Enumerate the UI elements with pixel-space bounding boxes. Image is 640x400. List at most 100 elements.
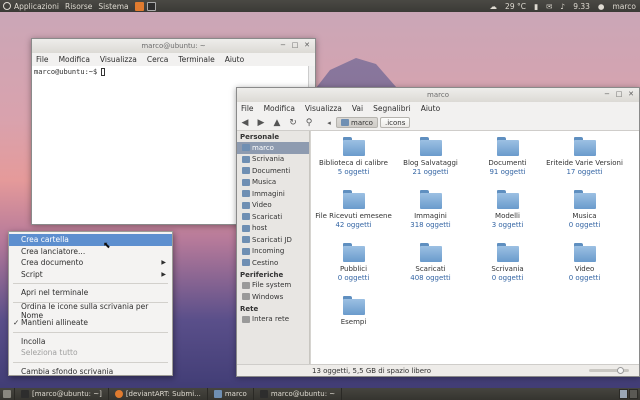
terminal-menu-visualizza[interactable]: Visualizza (100, 55, 137, 64)
fm-menu-modifica[interactable]: Modifica (264, 104, 295, 113)
terminal-menu-file[interactable]: File (36, 55, 49, 64)
terminal-menu-modifica[interactable]: Modifica (59, 55, 90, 64)
file-manager-titlebar[interactable]: marco − □ ✕ (237, 88, 639, 102)
volume-icon[interactable]: ♪ (560, 2, 565, 11)
menu-item-apri-terminale[interactable]: Apri nel terminale (9, 287, 172, 299)
folder-icon (242, 167, 250, 175)
zoom-slider[interactable] (589, 367, 629, 374)
sidebar-item[interactable]: Scaricati (237, 211, 309, 223)
close-icon[interactable]: ✕ (303, 41, 311, 49)
terminal-menu-cerca[interactable]: Cerca (147, 55, 169, 64)
search-icon[interactable]: ⚲ (304, 118, 314, 128)
menu-risorse[interactable]: Risorse (65, 2, 92, 11)
reload-icon[interactable]: ↻ (288, 118, 298, 128)
fm-menu-visualizza[interactable]: Visualizza (305, 104, 342, 113)
clock[interactable]: 9.33 (573, 2, 590, 11)
file-grid: Biblioteca di calibre 5 oggetti Blog Salva… (311, 131, 639, 343)
minimize-icon[interactable]: − (603, 90, 611, 98)
terminal-menu-aiuto[interactable]: Aiuto (225, 55, 245, 64)
folder-item[interactable]: Video 0 oggetti (546, 237, 623, 290)
menu-item-script[interactable]: Script ▶ (9, 269, 172, 281)
sidebar-item[interactable]: Documenti (237, 165, 309, 177)
weather-icon[interactable]: ☁ (490, 2, 498, 11)
menu-item-incolla[interactable]: Incolla (9, 336, 172, 348)
folder-item[interactable]: Esempi (315, 290, 392, 343)
sidebar-item[interactable]: Musica (237, 177, 309, 189)
folder-icon (242, 144, 250, 152)
folder-item[interactable]: Biblioteca di calibre 5 oggetti (315, 131, 392, 184)
folder-name: Documenti (488, 159, 527, 167)
menu-item-cambia-sfondo[interactable]: Cambia sfondo scrivania (9, 366, 172, 378)
menu-applicazioni[interactable]: Applicazioni (14, 2, 59, 11)
folder-count: 5 oggetti (337, 168, 370, 176)
folder-item[interactable]: Eriteide Varie Versioni 17 oggetti (546, 131, 623, 184)
network-icon[interactable]: ▮ (534, 2, 538, 11)
sidebar-item[interactable]: Immagini (237, 188, 309, 200)
fm-menu-vai[interactable]: Vai (352, 104, 363, 113)
sidebar-item[interactable]: File system (237, 280, 309, 292)
close-icon[interactable]: ✕ (627, 90, 635, 98)
menu-item-crea-cartella[interactable]: Crea cartella (9, 234, 172, 246)
maximize-icon[interactable]: □ (615, 90, 623, 98)
mail-icon[interactable]: ✉ (546, 2, 552, 11)
terminal-titlebar[interactable]: marco@ubuntu: ~ − □ ✕ (32, 39, 315, 53)
taskbar-item-firefox[interactable]: [deviantART: Submi... (109, 388, 208, 400)
firefox-launcher-icon[interactable] (134, 1, 144, 11)
back-icon[interactable]: ◀ (240, 118, 250, 128)
workspace-2[interactable] (629, 389, 638, 399)
weather-temp[interactable]: 29 °C (505, 2, 526, 11)
terminal-launcher-icon[interactable] (146, 1, 156, 11)
folder-icon (342, 190, 365, 209)
menu-sistema[interactable]: Sistema (98, 2, 128, 11)
menu-item-crea-lanciatore[interactable]: Crea lanciatore... (9, 246, 172, 258)
sidebar-item[interactable]: Scaricati JD (237, 234, 309, 246)
folder-icon (496, 190, 519, 209)
show-desktop-button[interactable] (0, 388, 15, 400)
sidebar-item[interactable]: Windows (237, 291, 309, 303)
sidebar-item[interactable]: host (237, 223, 309, 235)
zoom-knob[interactable] (617, 367, 624, 374)
sidebar-item[interactable]: marco (237, 142, 309, 154)
minimize-icon[interactable]: − (279, 41, 287, 49)
folder-item[interactable]: Blog Salvataggi 21 oggetti (392, 131, 469, 184)
sidebar-item[interactable]: Video (237, 200, 309, 212)
forward-icon[interactable]: ▶ (256, 118, 266, 128)
desktop-context-menu: Crea cartella Crea lanciatore... Crea do… (8, 231, 173, 376)
user-name[interactable]: marco (612, 2, 636, 11)
maximize-icon[interactable]: □ (291, 41, 299, 49)
path-crumb-home[interactable]: marco (336, 117, 378, 128)
folder-item[interactable]: Documenti 91 oggetti (469, 131, 546, 184)
folder-icon (342, 137, 365, 156)
folder-icon (242, 213, 250, 221)
path-crumb-icons[interactable]: .icons (379, 117, 411, 128)
ubuntu-logo-icon[interactable] (3, 2, 11, 10)
folder-name: File Ricevuti emesene (315, 212, 392, 220)
fm-menu-file[interactable]: File (241, 104, 254, 113)
folder-item[interactable]: Pubblici 0 oggetti (315, 237, 392, 290)
up-icon[interactable]: ▲ (272, 118, 282, 128)
sidebar-item[interactable]: Intera rete (237, 314, 309, 326)
folder-count: 318 oggetti (410, 221, 451, 229)
user-icon[interactable]: ● (598, 2, 605, 11)
terminal-menu-terminale[interactable]: Terminale (178, 55, 214, 64)
path-left-arrow-icon[interactable]: ◂ (324, 119, 334, 127)
folder-item[interactable]: Scrivania 0 oggetti (469, 237, 546, 290)
taskbar-item-terminal-2[interactable]: marco@ubuntu: ~ (254, 388, 343, 400)
sidebar-item[interactable]: Scrivania (237, 154, 309, 166)
taskbar-item-terminal[interactable]: [marco@ubuntu: ~] (15, 388, 109, 400)
fm-menu-segnalibri[interactable]: Segnalibri (373, 104, 411, 113)
taskbar-item-file-manager[interactable]: marco (208, 388, 254, 400)
workspace-1[interactable] (619, 389, 628, 399)
menu-item-crea-documento[interactable]: Crea documento ▶ (9, 257, 172, 269)
folder-item[interactable]: Immagini 318 oggetti (392, 184, 469, 237)
sidebar-item[interactable]: Cestino (237, 257, 309, 269)
folder-item[interactable]: Musica 0 oggetti (546, 184, 623, 237)
file-view[interactable]: Biblioteca di calibre 5 oggetti Blog Salva… (310, 131, 639, 364)
menu-item-ordina-icone[interactable]: Ordina le icone sulla scrivania per Nome (9, 302, 172, 320)
folder-item[interactable]: Modelli 3 oggetti (469, 184, 546, 237)
fm-menu-aiuto[interactable]: Aiuto (421, 104, 441, 113)
sidebar-item[interactable]: Incoming (237, 246, 309, 258)
folder-item[interactable]: File Ricevuti emesene 42 oggetti (315, 184, 392, 237)
menu-item-mantieni-allineate[interactable]: ✓ Mantieni allineate (9, 317, 172, 329)
folder-item[interactable]: Scaricati 408 oggetti (392, 237, 469, 290)
